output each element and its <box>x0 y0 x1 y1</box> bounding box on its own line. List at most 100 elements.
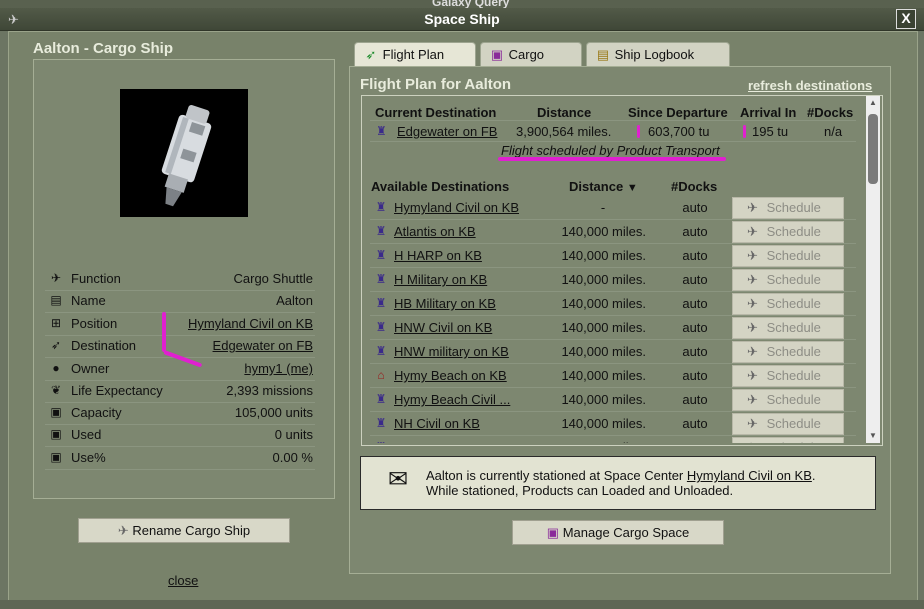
scroll-down-icon[interactable]: ▼ <box>868 431 878 440</box>
property-value: Cargo Shuttle <box>233 271 314 286</box>
schedule-button[interactable]: ✈ Schedule <box>732 197 844 219</box>
schedule-button[interactable]: ✈ Schedule <box>732 365 844 387</box>
destination-distance: - <box>600 200 606 215</box>
header-since-departure: Since Departure <box>628 105 728 120</box>
property-row: ▣ Used 0 units <box>45 424 315 447</box>
destination-link[interactable]: HB Military on KB <box>394 296 496 311</box>
property-value[interactable]: hymy1 (me) <box>244 361 313 376</box>
destination-link[interactable]: H Military on KB <box>394 272 487 287</box>
close-window-button[interactable]: X <box>896 9 916 29</box>
list-scrollbar[interactable]: ▲ ▼ <box>866 96 880 443</box>
schedule-button[interactable]: ✈ Schedule <box>732 413 844 435</box>
scroll-thumb[interactable] <box>868 114 878 184</box>
property-label: Position <box>71 316 118 331</box>
destination-link[interactable]: H HARP on KB <box>394 248 482 263</box>
scroll-up-icon[interactable]: ▲ <box>868 98 878 107</box>
rocket-icon: ✈ <box>50 271 62 285</box>
property-label: Use% <box>71 450 106 465</box>
destination-distance: 140,000 miles. <box>561 368 646 383</box>
current-arrival: 195 tu <box>752 124 789 139</box>
property-row: ✈ Function Cargo Shuttle <box>45 268 315 291</box>
schedule-icon: ✈ <box>747 344 758 359</box>
schedule-button[interactable]: ✈ Schedule <box>732 341 844 363</box>
property-label: Function <box>71 271 121 286</box>
property-value: 0 units <box>274 427 313 442</box>
destination-distance: 140,000 miles. <box>561 392 646 407</box>
destination-row: ♜ Atlantis on KB 140,000 miles. auto ✈ Sched… <box>370 220 856 244</box>
highlight-mark <box>162 312 166 352</box>
destination-docks: auto <box>682 344 708 359</box>
header-available-docks: #Docks <box>671 179 718 194</box>
current-destination-link[interactable]: Edgewater on FB <box>397 124 497 139</box>
destination-docks: auto <box>682 224 708 239</box>
schedule-button[interactable]: ✈ Schedule <box>732 293 844 315</box>
close-link[interactable]: close <box>168 573 198 588</box>
schedule-icon: ✈ <box>747 272 758 287</box>
destination-row: ♜ H HARP on KB 140,000 miles. auto ✈ Schedul… <box>370 244 856 268</box>
destination-link[interactable]: Hymy Beach on KB <box>394 368 507 383</box>
schedule-button[interactable]: ✈ Schedule <box>732 437 844 443</box>
tab-label: Cargo <box>508 47 545 62</box>
refresh-destinations-link[interactable]: refresh destinations <box>748 78 872 93</box>
destination-link[interactable]: NH HARP on KB <box>394 440 491 443</box>
schedule-button[interactable]: ✈ Schedule <box>732 245 844 267</box>
ship-icon: ♜ <box>375 272 387 286</box>
destination-distance: 140,000 miles. <box>561 416 646 431</box>
schedule-button[interactable]: ✈ Schedule <box>732 221 844 243</box>
highlight-mark <box>498 157 726 161</box>
manage-cargo-button[interactable]: ▣ Manage Cargo Space <box>512 520 724 545</box>
destination-link[interactable]: NH Civil on KB <box>394 416 480 431</box>
property-label: Name <box>71 293 106 308</box>
tab-ship-logbook[interactable]: ▤ Ship Logbook <box>586 42 730 67</box>
ship-icon: ♜ <box>375 320 387 334</box>
info-icon: ✉ <box>387 466 409 493</box>
flight-plan-title: Flight Plan for Aalton <box>360 76 512 93</box>
destination-link[interactable]: HNW military on KB <box>394 344 509 359</box>
logbook-icon: ▤ <box>596 47 610 62</box>
schedule-icon: ✈ <box>747 320 758 335</box>
schedule-label: Schedule <box>766 248 821 263</box>
destination-docks: auto <box>682 392 708 407</box>
tab-cargo[interactable]: ▣ Cargo <box>480 42 582 67</box>
ship-image <box>120 89 248 217</box>
property-value[interactable]: Edgewater on FB <box>213 338 313 353</box>
header-available-distance[interactable]: Distance ▼ <box>569 179 638 194</box>
property-label: Used <box>71 427 102 442</box>
sort-down-icon: ▼ <box>626 182 638 194</box>
window-titlebar[interactable]: ✈ Space Ship X <box>0 8 924 31</box>
schedule-icon: ✈ <box>747 224 758 239</box>
destination-link[interactable]: Hymy Beach Civil ... <box>394 392 510 407</box>
destination-docks: auto <box>682 200 708 215</box>
property-label: Destination <box>71 338 137 353</box>
destination-docks: auto <box>682 248 708 263</box>
rename-label: Rename Cargo Ship <box>132 523 251 538</box>
destination-docks: auto <box>682 296 708 311</box>
flight-schedule-note: Flight scheduled by Product Transport <box>501 143 720 158</box>
schedule-label: Schedule <box>766 416 821 431</box>
divider <box>370 141 856 142</box>
highlight-mark <box>637 125 640 138</box>
destination-distance: 140,000 miles. <box>561 248 646 263</box>
station-link[interactable]: Hymyland Civil on KB <box>687 468 812 483</box>
header-available-destinations: Available Destinations <box>371 179 510 194</box>
status-text-end: . <box>811 468 816 483</box>
destination-link[interactable]: Atlantis on KB <box>394 224 476 239</box>
header-arrival-in: Arrival In <box>740 105 797 120</box>
schedule-button[interactable]: ✈ Schedule <box>732 269 844 291</box>
schedule-icon: ✈ <box>747 416 758 431</box>
cargo-icon: ▣ <box>490 47 504 62</box>
sort-column-label: Distance <box>569 179 624 194</box>
destination-link[interactable]: Hymyland Civil on KB <box>394 200 519 215</box>
schedule-button[interactable]: ✈ Schedule <box>732 389 844 411</box>
property-row: ▣ Use% 0.00 % <box>45 447 315 470</box>
destination-icon: ➶ <box>50 338 62 352</box>
ship-icon: ♜ <box>375 392 387 406</box>
property-value[interactable]: Hymyland Civil on KB <box>188 316 313 331</box>
rename-ship-button[interactable]: ✈ Rename Cargo Ship <box>78 518 290 543</box>
destination-row: ♜ Hymyland Civil on KB - auto ✈ Schedule <box>370 196 856 220</box>
tab-flight-plan[interactable]: ➶ Flight Plan <box>354 42 476 67</box>
schedule-button[interactable]: ✈ Schedule <box>732 317 844 339</box>
cargo-icon: ▣ <box>50 427 62 441</box>
property-label: Owner <box>71 361 110 376</box>
destination-link[interactable]: HNW Civil on KB <box>394 320 492 335</box>
